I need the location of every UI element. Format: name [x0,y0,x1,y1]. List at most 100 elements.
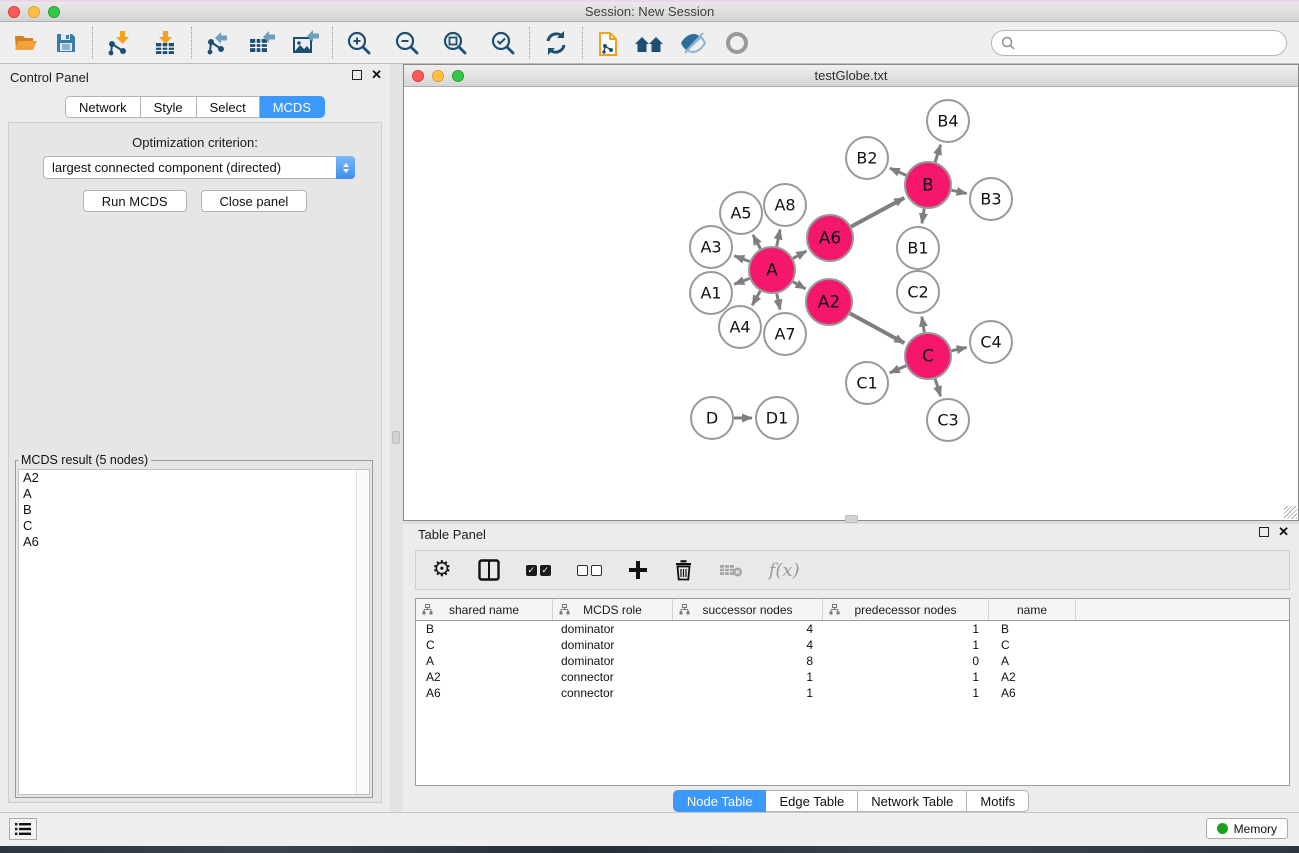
column-header-successor-nodes[interactable]: successor nodes [673,599,823,620]
delete-column-icon[interactable] [674,559,693,581]
float-table-panel-icon[interactable] [1259,527,1269,537]
mcds-result-list[interactable]: A2ABCA6 [18,469,370,795]
result-list-scrollbar[interactable] [356,470,369,794]
table-cell[interactable]: C [416,638,553,652]
table-cell[interactable]: connector [553,670,673,684]
graph-edge-A2-C[interactable] [850,313,904,343]
column-header-name[interactable]: name [989,599,1076,620]
vertical-splitter[interactable] [390,64,403,812]
graphics-details-icon[interactable] [677,26,709,60]
zoom-selected-icon[interactable] [487,26,519,60]
graph-edge-B-B4[interactable] [935,145,940,162]
table-cell[interactable]: 1 [823,638,989,652]
table-cell[interactable]: dominator [553,638,673,652]
export-table-icon[interactable] [246,26,278,60]
graph-edge-A-A5[interactable] [753,235,761,249]
network-document-icon[interactable] [593,26,625,60]
task-history-button[interactable] [9,818,37,840]
table-cell[interactable]: 1 [823,670,989,684]
column-header-predecessor-nodes[interactable]: predecessor nodes [823,599,989,620]
table-cell[interactable]: 1 [673,670,823,684]
select-all-columns-icon[interactable]: ✓✓ [526,565,551,576]
graph-edge-B-B1[interactable] [922,209,924,224]
tab-select[interactable]: Select [197,96,260,118]
table-cell[interactable]: dominator [553,654,673,668]
graph-edge-A-A7[interactable] [777,294,780,310]
close-table-panel-icon[interactable]: ✕ [1278,527,1289,537]
table-cell[interactable]: 1 [823,686,989,700]
result-list-item[interactable]: A6 [19,534,369,550]
criterion-dropdown[interactable]: largest connected component (directed) [43,156,355,179]
delete-table-icon[interactable] [719,562,743,578]
node-table[interactable]: shared name MCDS role successor nodes pr… [415,598,1290,786]
table-cell[interactable]: 1 [823,622,989,636]
result-list-item[interactable]: A2 [19,470,369,486]
table-cell[interactable]: A6 [416,686,553,700]
zoom-fit-icon[interactable] [439,26,471,60]
table-cell[interactable]: dominator [553,622,673,636]
bird-eye-view-icon[interactable] [721,26,753,60]
column-header-shared-name[interactable]: shared name [416,599,553,620]
table-cell[interactable]: 4 [673,622,823,636]
import-network-icon[interactable] [103,26,135,60]
graph-edge-B-B2[interactable] [890,168,906,175]
table-cell[interactable]: connector [553,686,673,700]
window-resize-grip[interactable] [1284,506,1297,519]
graph-edge-A-A2[interactable] [793,282,806,289]
table-cell[interactable]: A2 [416,670,553,684]
tab-node-table[interactable]: Node Table [673,790,767,812]
tab-mcds[interactable]: MCDS [260,96,325,118]
zoom-out-icon[interactable] [391,26,423,60]
table-cell[interactable]: A2 [989,670,1076,684]
zoom-in-icon[interactable] [343,26,375,60]
tab-style[interactable]: Style [141,96,197,118]
table-cell[interactable]: A [416,654,553,668]
result-list-item[interactable]: B [19,502,369,518]
function-builder-icon[interactable]: f(x) [769,560,800,581]
save-session-icon[interactable] [50,26,82,60]
graph-edge-A-A8[interactable] [777,230,780,247]
run-mcds-button[interactable]: Run MCDS [83,190,187,212]
add-column-icon[interactable] [628,560,648,580]
graph-edge-A-A3[interactable] [734,256,749,262]
horizontal-splitter-handle[interactable] [845,515,858,523]
float-panel-icon[interactable] [352,70,362,80]
table-cell[interactable]: C [989,638,1076,652]
tab-network-table[interactable]: Network Table [858,790,967,812]
graph-edge-C-C3[interactable] [935,379,940,396]
table-row[interactable]: Bdominator41B [416,621,1289,637]
graph-edge-B-B3[interactable] [951,190,966,193]
tab-edge-table[interactable]: Edge Table [766,790,858,812]
network-window-titlebar[interactable]: testGlobe.txt [404,65,1298,87]
table-cell[interactable]: 4 [673,638,823,652]
graph-edge-C-C4[interactable] [951,347,966,350]
table-row[interactable]: A6connector11A6 [416,685,1289,701]
open-file-icon[interactable] [10,26,42,60]
table-settings-gear-icon[interactable]: ⚙ [432,559,452,581]
close-panel-icon[interactable]: ✕ [371,70,382,80]
tab-motifs[interactable]: Motifs [967,790,1029,812]
tab-network[interactable]: Network [65,96,141,118]
table-cell[interactable]: B [416,622,553,636]
first-neighbors-icon[interactable] [633,26,665,60]
vertical-splitter-handle[interactable] [392,431,400,444]
table-row[interactable]: Adominator80A [416,653,1289,669]
table-cell[interactable]: 0 [823,654,989,668]
graph-edge-A-A1[interactable] [734,278,749,284]
column-header-mcds-role[interactable]: MCDS role [553,599,673,620]
table-cell[interactable]: A6 [989,686,1076,700]
memory-button[interactable]: Memory [1206,818,1288,839]
table-cell[interactable]: 1 [673,686,823,700]
table-cell[interactable]: B [989,622,1076,636]
close-panel-button[interactable]: Close panel [201,190,308,212]
table-cell[interactable]: 8 [673,654,823,668]
export-image-icon[interactable] [290,26,322,60]
graph-edge-C-C1[interactable] [890,366,906,373]
network-canvas[interactable]: B4B2BB3A8A5A6A3B1AA1C2A2A4A7C4CC1DD1C3 [404,87,1298,520]
refresh-icon[interactable] [540,26,572,60]
graph-edge-A-A6[interactable] [793,251,806,258]
graph-edge-A-A4[interactable] [752,291,760,305]
search-field[interactable] [991,30,1287,56]
result-list-item[interactable]: C [19,518,369,534]
table-row[interactable]: A2connector11A2 [416,669,1289,685]
